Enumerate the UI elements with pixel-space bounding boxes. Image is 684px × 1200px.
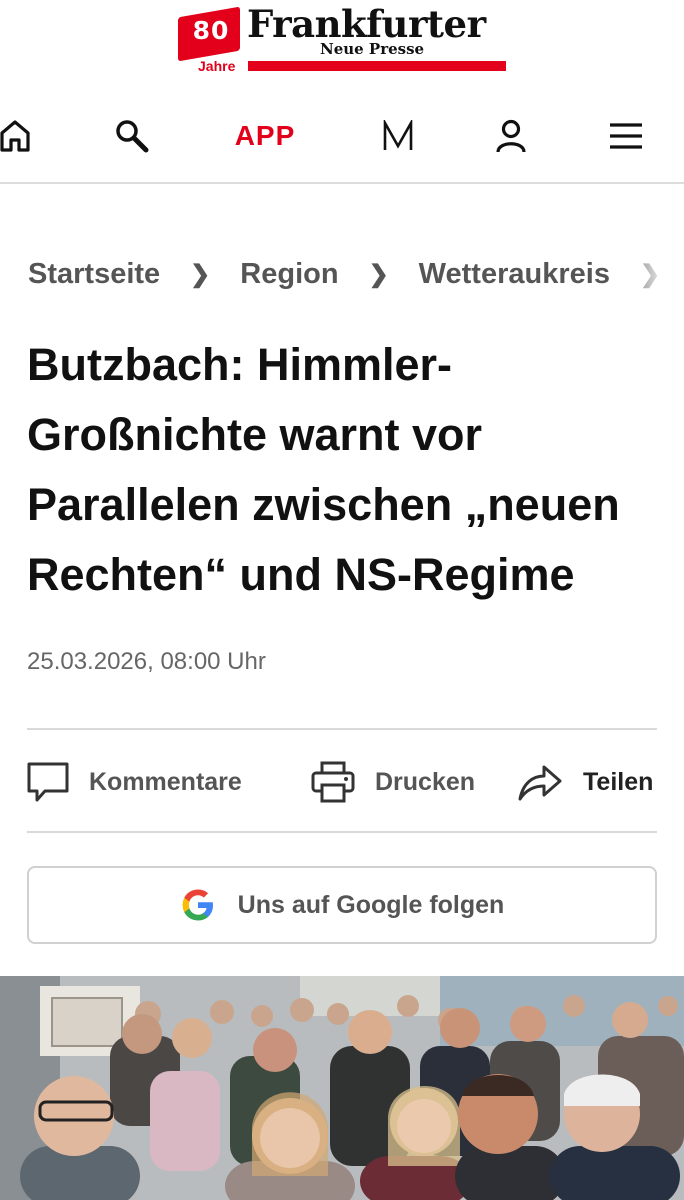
brand-underline [248, 61, 506, 71]
audience-photo-illustration [0, 976, 684, 1200]
chevron-right-icon: ❯ [368, 260, 389, 288]
breadcrumb-item-startseite[interactable]: Startseite [28, 258, 160, 291]
anniversary-badge: 80 Jahre [178, 6, 244, 76]
printer-icon [311, 761, 355, 803]
masthead: 80 Jahre Frankfurter Neue Presse [0, 0, 684, 90]
anniversary-number: 80 [192, 16, 230, 45]
article-photo [0, 976, 684, 1200]
google-follow-button[interactable]: Uns auf Google folgen [27, 866, 657, 944]
share-label: Teilen [583, 767, 654, 796]
home-icon[interactable] [0, 114, 30, 158]
comments-label: Kommentare [89, 767, 242, 796]
article-headline: Butzbach: Himmler-Großnichte warnt vor P… [27, 339, 620, 600]
breadcrumb-fade [614, 254, 684, 294]
user-icon[interactable] [493, 114, 529, 158]
breadcrumb-item-wetteraukreis[interactable]: Wetteraukreis [419, 258, 610, 291]
comment-icon [27, 762, 69, 802]
chevron-right-icon: ❯ [190, 260, 211, 288]
share-arrow-icon [518, 765, 562, 801]
google-follow-label: Uns auf Google folgen [237, 890, 505, 919]
hamburger-menu-icon[interactable] [608, 114, 644, 158]
breadcrumb: Startseite ❯ Region ❯ Wetteraukreis ❯ [28, 254, 684, 294]
app-link[interactable]: APP [226, 114, 304, 158]
anniversary-label: Jahre [198, 58, 236, 74]
brand-logo-subtitle: Neue Presse [320, 40, 425, 58]
print-button[interactable]: Drucken [311, 754, 475, 810]
search-icon[interactable] [113, 114, 151, 158]
share-button[interactable]: Teilen [517, 754, 653, 810]
nav-bar: APP [0, 96, 684, 184]
article-date: 25.03.2026, 08:00 Uhr [27, 648, 266, 675]
google-logo-icon [182, 889, 213, 921]
print-label: Drucken [375, 767, 476, 796]
breadcrumb-item-region[interactable]: Region [240, 258, 338, 291]
article-actions: Kommentare Drucken Teilen [27, 728, 657, 833]
m-icon[interactable] [380, 114, 416, 158]
comments-button[interactable]: Kommentare [27, 754, 242, 810]
